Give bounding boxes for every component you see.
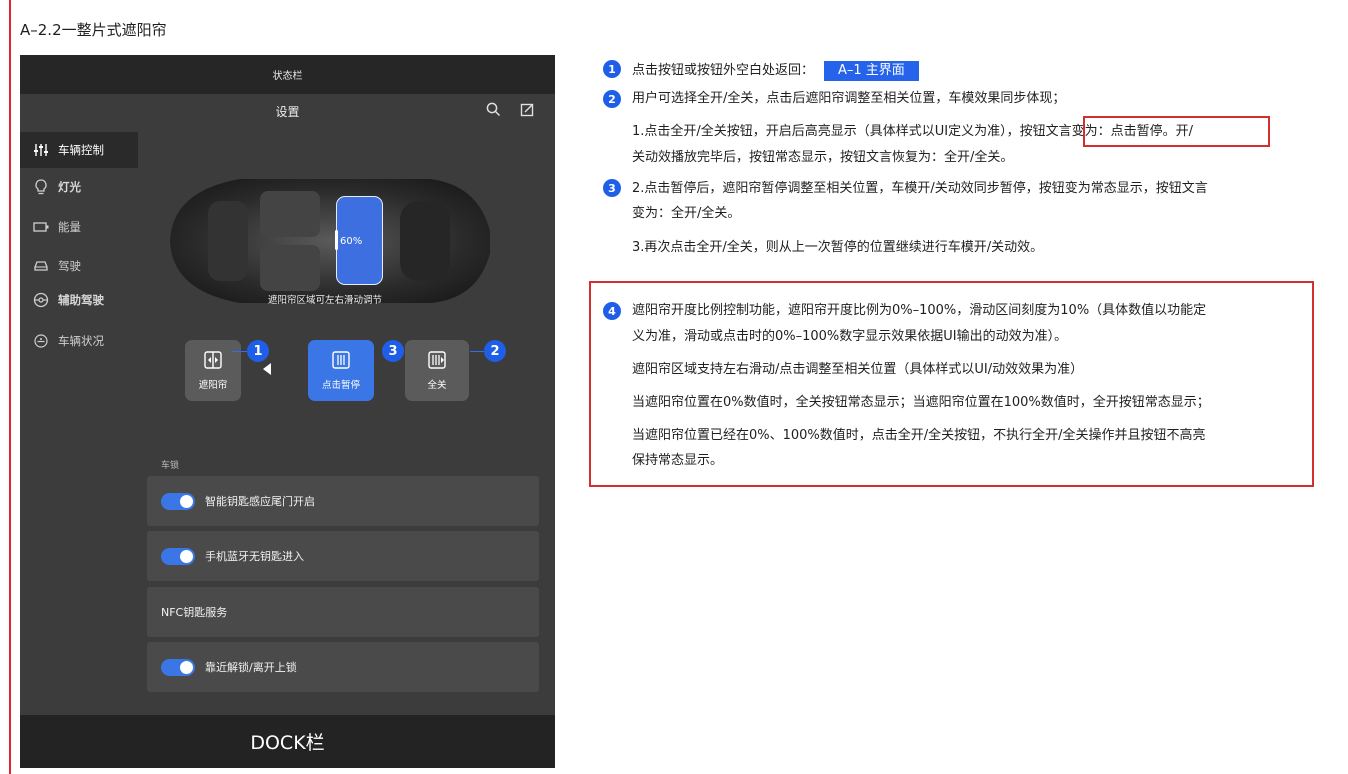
setting-row-label: 智能钥匙感应尾门开启 <box>205 495 315 508</box>
steering-wheel-icon <box>32 291 50 309</box>
search-icon[interactable] <box>486 102 501 120</box>
sidebar-item-driving[interactable]: 驾驶 <box>20 248 138 284</box>
note-badge-1: 1 <box>603 60 621 78</box>
sidebar-item-vehicle-control[interactable]: 车辆控制 <box>20 132 138 168</box>
note-2-sub1-d: 关动效播放完毕后，按钮常态显示，按钮文言恢复为：全开/全关。 <box>632 150 1014 165</box>
sunshade-icon <box>204 350 222 369</box>
status-bar: 状态栏 <box>20 55 555 94</box>
callout-line-1 <box>232 351 248 352</box>
sliders-icon <box>32 141 50 159</box>
callout-badge-1: 1 <box>247 340 269 362</box>
callout-badge-3: 3 <box>382 340 404 362</box>
setting-row-label: 靠近解锁/离开上锁 <box>205 661 297 674</box>
close-all-button[interactable]: 全关 <box>405 340 469 401</box>
sidebar-item-label: 车辆状况 <box>58 334 104 348</box>
setting-row-label: NFC钥匙服务 <box>161 606 228 619</box>
shade-open-icon <box>332 350 350 369</box>
back-arrow-icon[interactable] <box>263 363 271 375</box>
main-screen-link[interactable]: A–1 主界面 <box>824 61 919 81</box>
pause-button[interactable]: 点击暂停 <box>308 340 374 401</box>
car-icon <box>32 257 50 275</box>
sunshade-slider-handle[interactable] <box>335 230 338 250</box>
note-badge-2: 2 <box>603 90 621 108</box>
note-1-text: 点击按钮或按钮外空白处返回： <box>632 63 815 78</box>
sidebar-item-assisted-driving[interactable]: 辅助驾驶 <box>20 282 138 318</box>
note-1: 点击按钮或按钮外空白处返回： A–1 主界面 <box>632 61 919 81</box>
setting-row-label: 手机蓝牙无钥匙进入 <box>205 550 304 563</box>
sidebar-item-label: 能量 <box>58 220 81 234</box>
note-4-line-5: 当遮阳帘位置已经在0%、100%数值时，点击全开/全关按钮，不执行全开/全关操作… <box>632 428 1206 443</box>
note-4-line-3: 遮阳帘区域支持左右滑动/点击调整至相关位置（具体样式以UI/动效效果为准） <box>632 362 1084 377</box>
page-heading: A–2.2一整片式遮阳帘 <box>20 21 167 39</box>
toggle-switch[interactable] <box>161 547 195 565</box>
setting-row-smart-key-trunk[interactable]: 智能钥匙感应尾门开启 <box>147 476 539 526</box>
note-3-sub3: 3.再次点击全开/全关，则从上一次暂停的位置继续进行车模开/关动效。 <box>632 240 1044 255</box>
settings-mockup: 状态栏 设置 车辆控制 灯光 能量 驾驶 辅助驾驶 车辆状况 60% 遮阳帘区域… <box>20 55 555 768</box>
sunshade-button[interactable]: 遮阳帘 <box>185 340 241 401</box>
note-4-line-4: 当遮阳帘位置在0%数值时，全关按钮常态显示；当遮阳帘位置在100%数值时，全开按… <box>632 395 1210 410</box>
toggle-switch[interactable] <box>161 658 195 676</box>
battery-icon <box>32 218 50 236</box>
note-2-sub1-a: 1.点击全开/全关按钮，开启后高亮显示（具体样式以UI定义为准）， <box>632 124 1020 139</box>
sidebar-item-vehicle-status[interactable]: 车辆状况 <box>20 323 138 359</box>
shade-close-icon <box>428 350 446 369</box>
close-all-button-label: 全关 <box>427 379 447 391</box>
car-status-icon <box>32 332 50 350</box>
sidebar-item-label: 车辆控制 <box>58 143 104 157</box>
note-badge-3: 3 <box>603 179 621 197</box>
pause-button-label: 点击暂停 <box>321 379 360 391</box>
note-4-line-2: 义为准，滑动或点击时的0%–100%数字显示效果依据UI输出的动效为准）。 <box>632 329 1068 344</box>
car-caption: 遮阳帘区域可左右滑动调节 <box>267 295 382 306</box>
sidebar-item-energy[interactable]: 能量 <box>20 209 138 245</box>
settings-title: 设置 <box>275 105 300 119</box>
note-3-text: 2.点击暂停后，遮阳帘暂停调整至相关位置，车模开/关动效同步暂停，按钮变为常态显… <box>632 181 1208 196</box>
bulb-icon <box>32 178 50 196</box>
sunshade-button-label: 遮阳帘 <box>198 379 228 391</box>
callout-badge-2: 2 <box>484 340 506 362</box>
note-2-text: 用户可选择全开/全关，点击后遮阳帘调整至相关位置，车模效果同步体现； <box>632 91 1066 106</box>
note-badge-4: 4 <box>603 302 621 320</box>
car-model-view[interactable] <box>160 171 495 311</box>
sunshade-percent: 60% <box>340 236 363 247</box>
sidebar-item-label: 辅助驾驶 <box>58 293 104 307</box>
lock-section-label: 车锁 <box>161 461 180 471</box>
edit-icon[interactable] <box>520 102 535 120</box>
toggle-switch[interactable] <box>161 492 195 510</box>
callout-line-2 <box>470 351 484 352</box>
highlight-box-button-text <box>1083 116 1270 147</box>
dock-bar: DOCK栏 <box>20 715 555 768</box>
note-4-line-6: 保持常态显示。 <box>632 453 724 468</box>
sidebar-item-label: 驾驶 <box>58 259 81 273</box>
note-3-text2: 变为：全开/全关。 <box>632 206 741 221</box>
setting-row-bluetooth-keyless[interactable]: 手机蓝牙无钥匙进入 <box>147 531 539 581</box>
sidebar-item-lights[interactable]: 灯光 <box>20 169 138 205</box>
setting-row-nfc-key[interactable]: NFC钥匙服务 <box>147 587 539 637</box>
note-4-line-1: 遮阳帘开度比例控制功能，遮阳帘开度比例为0%–100%，滑动区间刻度为10%（具… <box>632 303 1207 318</box>
sidebar-item-label: 灯光 <box>58 180 81 194</box>
setting-row-proximity-unlock[interactable]: 靠近解锁/离开上锁 <box>147 642 539 692</box>
left-margin-rule <box>9 0 11 774</box>
